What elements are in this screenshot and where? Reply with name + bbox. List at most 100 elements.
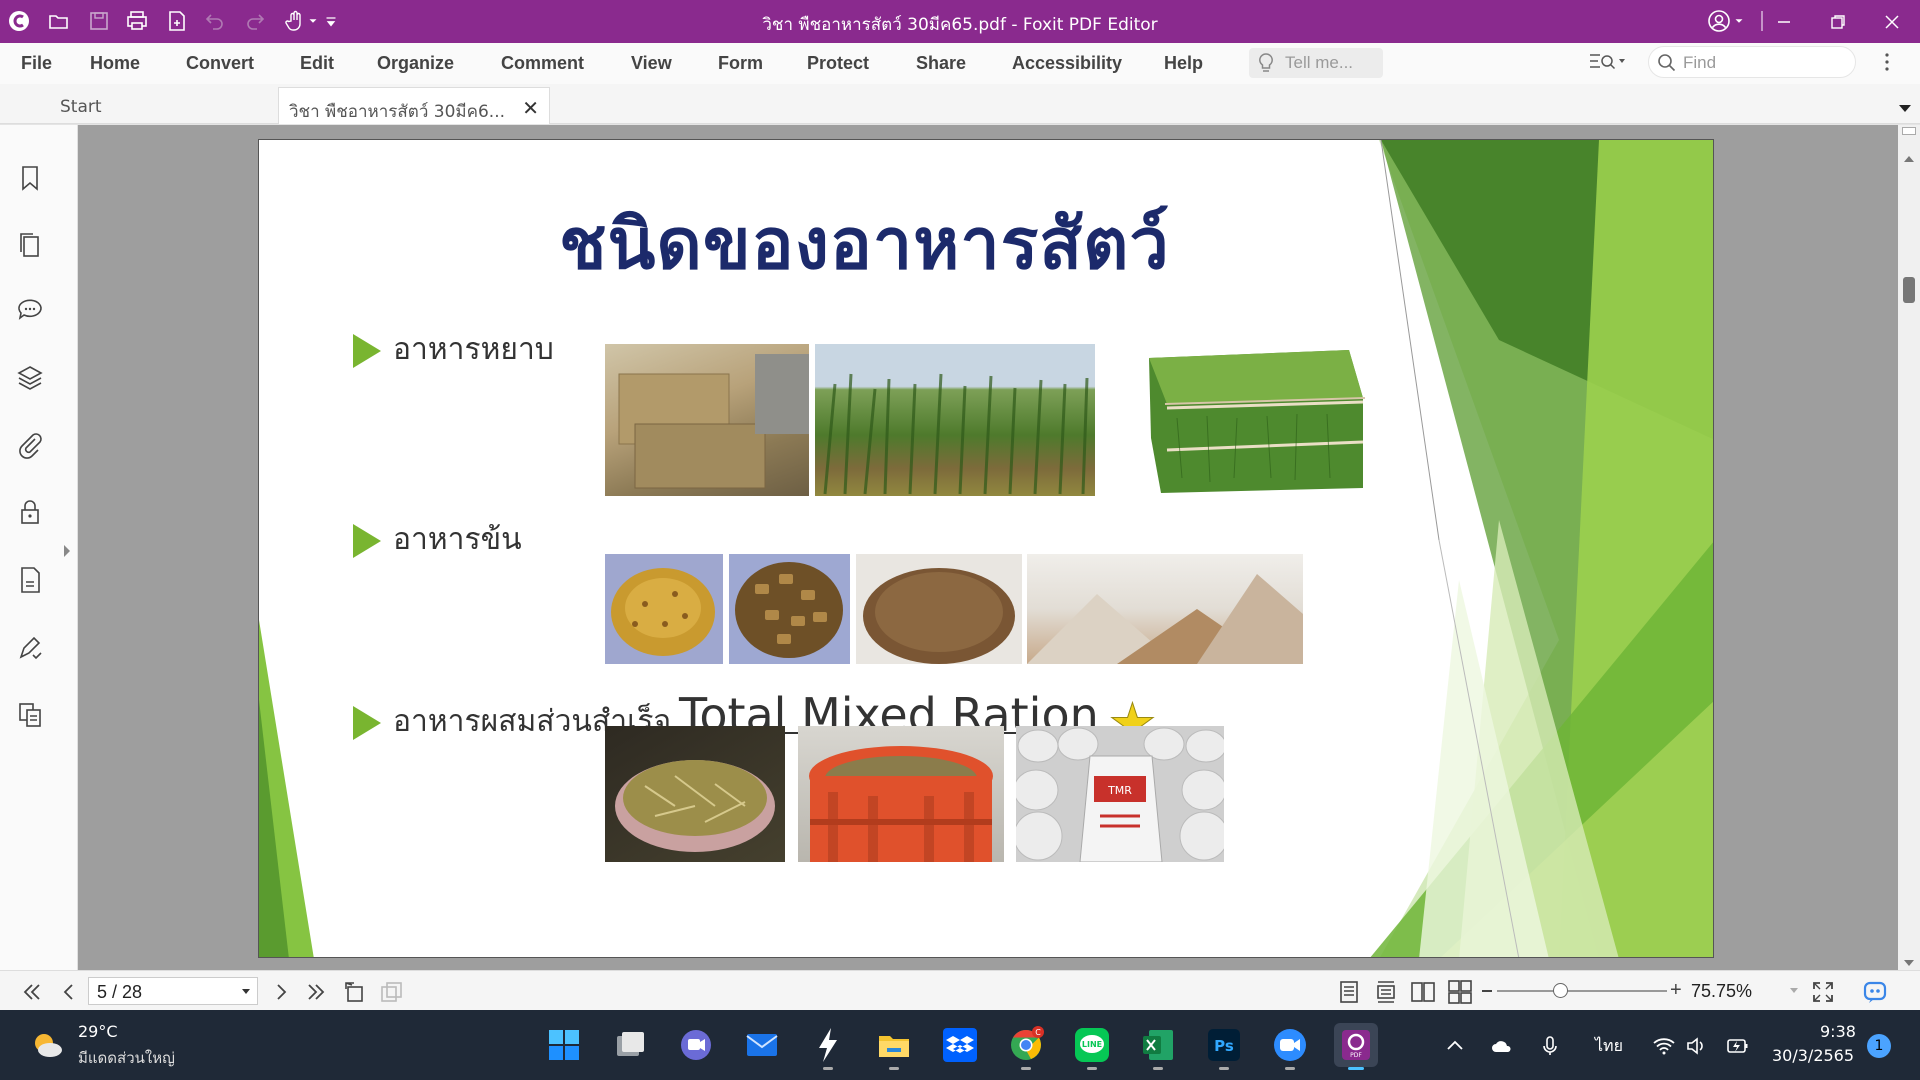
document-properties-icon[interactable] xyxy=(15,565,45,595)
tab-start-label: Start xyxy=(60,97,102,117)
restore-button[interactable] xyxy=(1812,0,1864,43)
next-page-icon[interactable] xyxy=(268,979,294,1005)
menu-help[interactable]: Help xyxy=(1164,53,1203,74)
more-options-icon[interactable] xyxy=(1882,50,1892,74)
next-view-icon[interactable] xyxy=(378,979,404,1005)
notification-count-badge[interactable]: 1 xyxy=(1867,1034,1891,1058)
signature-icon[interactable] xyxy=(15,633,45,663)
comments-icon[interactable] xyxy=(15,295,45,325)
zoom-in-icon[interactable]: + xyxy=(1670,979,1684,1003)
weather-description[interactable]: มีแดดส่วนใหญ่ xyxy=(78,1046,175,1070)
menu-accessibility[interactable]: Accessibility xyxy=(1012,53,1122,74)
close-tab-icon[interactable]: ✕ xyxy=(522,96,539,120)
scroll-down-icon[interactable] xyxy=(1903,953,1915,966)
clock-date[interactable]: 30/3/2565 xyxy=(1772,1046,1854,1065)
bullet-triangle-icon xyxy=(353,524,381,558)
chrome-icon[interactable]: C xyxy=(1004,1023,1048,1070)
minimize-button[interactable] xyxy=(1758,0,1810,43)
menu-organize[interactable]: Organize xyxy=(377,53,454,74)
zoom-slider-track[interactable] xyxy=(1497,990,1667,992)
excel-icon[interactable] xyxy=(1136,1023,1180,1070)
bullet-roughage: อาหารหยาบ xyxy=(353,326,554,373)
slide-title: ชนิดของอาหารสัตว์ xyxy=(559,202,1170,285)
menu-file[interactable]: File xyxy=(21,53,52,74)
microphone-icon[interactable] xyxy=(1538,1034,1562,1058)
tell-me-placeholder: Tell me... xyxy=(1285,53,1354,72)
layers-icon[interactable] xyxy=(15,363,45,393)
menu-edit[interactable]: Edit xyxy=(300,53,334,74)
continuous-facing-view-icon[interactable] xyxy=(1447,979,1473,1005)
zoom-level-field[interactable]: 75.75% xyxy=(1685,977,1803,1005)
volume-icon[interactable] xyxy=(1684,1034,1708,1058)
task-view-icon[interactable] xyxy=(608,1023,652,1067)
onedrive-cloud-icon[interactable] xyxy=(1490,1034,1514,1058)
weather-sun-cloud-icon[interactable] xyxy=(30,1030,64,1060)
menu-comment[interactable]: Comment xyxy=(501,53,584,74)
fullscreen-icon[interactable] xyxy=(1810,979,1836,1005)
green-hay-bale-photo xyxy=(1137,338,1371,498)
search-view-options-icon[interactable] xyxy=(1588,50,1628,74)
teams-chat-icon[interactable] xyxy=(674,1023,718,1067)
sugarcane-field-photo xyxy=(815,344,1095,496)
running-indicator xyxy=(823,1067,833,1070)
document-viewer[interactable]: ชนิดของอาหารสัตว์ อาหารหยาบ อาหารข้น อาห… xyxy=(78,125,1898,970)
page-dropdown-icon[interactable] xyxy=(241,988,251,996)
line-app-icon[interactable]: LINE xyxy=(1070,1023,1114,1070)
page-number-field[interactable]: 5 / 28 xyxy=(88,977,258,1005)
close-window-button[interactable] xyxy=(1866,0,1918,43)
tmr-in-hands-photo xyxy=(605,726,785,862)
bookmark-icon[interactable] xyxy=(15,163,45,193)
assistant-icon[interactable] xyxy=(1862,979,1888,1005)
weather-temperature[interactable]: 29°C xyxy=(78,1022,118,1041)
battery-charging-icon[interactable] xyxy=(1726,1034,1750,1058)
menu-share[interactable]: Share xyxy=(916,53,966,74)
menu-protect[interactable]: Protect xyxy=(807,53,869,74)
tmr-bag-label: TMR xyxy=(1107,784,1132,797)
page-navigation-bar: 5 / 28 + 75.75% xyxy=(0,970,1920,1010)
tab-start[interactable]: Start xyxy=(50,87,270,124)
menu-home[interactable]: Home xyxy=(90,53,140,74)
start-button[interactable] xyxy=(542,1023,586,1067)
foxit-pdf-taskbar-icon[interactable]: PDF xyxy=(1334,1023,1378,1070)
security-lock-icon[interactable] xyxy=(15,497,45,527)
zoom-out-icon[interactable] xyxy=(1482,990,1492,992)
tell-me-search[interactable]: Tell me... xyxy=(1249,48,1383,78)
input-language[interactable]: ไทย xyxy=(1595,1034,1623,1059)
scrollbar-top-button[interactable] xyxy=(1902,127,1916,135)
tab-list-dropdown-icon[interactable] xyxy=(1898,98,1912,112)
wifi-icon[interactable] xyxy=(1652,1034,1676,1058)
zoom-slider-handle[interactable] xyxy=(1553,983,1568,998)
scrollbar-thumb[interactable] xyxy=(1903,277,1915,303)
find-input[interactable]: Find xyxy=(1648,46,1856,78)
lightbulb-icon xyxy=(1259,53,1273,72)
clock-time[interactable]: 9:38 xyxy=(1820,1022,1856,1041)
attachment-icon[interactable] xyxy=(15,430,45,460)
dropbox-icon[interactable] xyxy=(938,1023,982,1067)
continuous-view-icon[interactable] xyxy=(1373,979,1399,1005)
previous-view-icon[interactable] xyxy=(342,979,368,1005)
mail-icon[interactable] xyxy=(740,1023,784,1067)
scroll-up-icon[interactable] xyxy=(1903,149,1915,162)
menu-form[interactable]: Form xyxy=(718,53,763,74)
last-page-icon[interactable] xyxy=(304,979,330,1005)
vertical-scrollbar[interactable] xyxy=(1898,125,1920,970)
running-indicator xyxy=(1087,1067,1097,1070)
file-explorer-icon[interactable] xyxy=(872,1023,916,1070)
zoom-app-icon[interactable] xyxy=(1268,1023,1312,1070)
tab-document[interactable]: วิชา พืชอาหารสัตว์ 30มีค6... ✕ xyxy=(278,87,550,124)
page-thumbnails-icon[interactable] xyxy=(15,230,45,260)
photoshop-icon[interactable]: Ps xyxy=(1202,1023,1246,1070)
app-lightning-icon[interactable] xyxy=(806,1023,850,1070)
expand-panel-icon[interactable] xyxy=(62,543,72,557)
single-page-view-icon[interactable] xyxy=(1336,979,1362,1005)
account-icon[interactable] xyxy=(1706,8,1732,34)
compare-icon[interactable] xyxy=(15,700,45,730)
zoom-dropdown-icon[interactable] xyxy=(1789,987,1799,995)
account-dropdown-icon[interactable] xyxy=(1732,8,1746,34)
show-hidden-icons-icon[interactable] xyxy=(1443,1034,1467,1058)
facing-view-icon[interactable] xyxy=(1410,979,1436,1005)
menu-view[interactable]: View xyxy=(631,53,672,74)
previous-page-icon[interactable] xyxy=(56,979,82,1005)
menu-convert[interactable]: Convert xyxy=(186,53,254,74)
first-page-icon[interactable] xyxy=(18,979,44,1005)
